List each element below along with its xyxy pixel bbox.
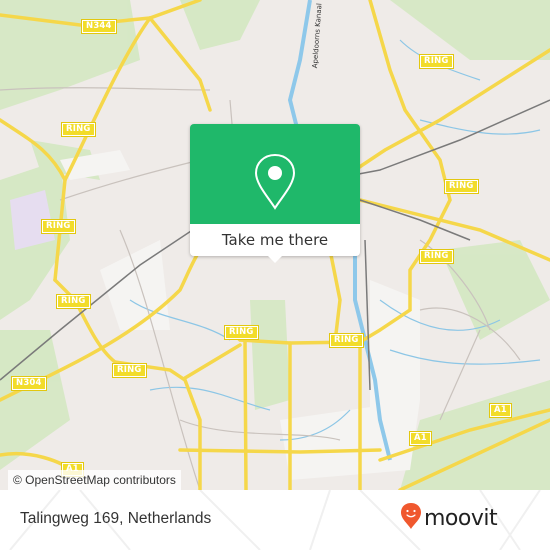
location-popup: Take me there xyxy=(190,124,360,263)
road-shield-n304: N304 xyxy=(11,376,47,391)
address-text: Talingweg 169, Netherlands xyxy=(20,510,212,527)
road-shield-ring: RING xyxy=(329,333,364,348)
road-shield-ring: RING xyxy=(419,54,454,69)
footer: Talingweg 169, Netherlands moovit xyxy=(0,490,550,550)
road-shield-ring: RING xyxy=(444,179,479,194)
road-shield-a1: A1 xyxy=(409,431,432,446)
road-shield-ring: RING xyxy=(112,363,147,378)
road-shield-ring: RING xyxy=(56,294,91,309)
popup-pointer xyxy=(267,255,283,263)
moovit-logo-icon xyxy=(400,502,422,534)
road-shield-ring: RING xyxy=(419,249,454,264)
map[interactable]: N344 RING RING RING RING RING RING RING … xyxy=(0,0,550,490)
road-shield-a1: A1 xyxy=(489,403,512,418)
moovit-logo-text: moovit xyxy=(424,505,498,531)
road-shield-ring: RING xyxy=(61,122,96,137)
moovit-logo[interactable]: moovit xyxy=(400,502,498,534)
take-me-there-button[interactable]: Take me there xyxy=(190,224,360,256)
popup-header xyxy=(190,124,360,224)
road-shield-ring: RING xyxy=(41,219,76,234)
map-attribution[interactable]: © OpenStreetMap contributors xyxy=(8,470,181,490)
road-shield-n344: N344 xyxy=(81,19,117,34)
road-shield-ring: RING xyxy=(224,325,259,340)
